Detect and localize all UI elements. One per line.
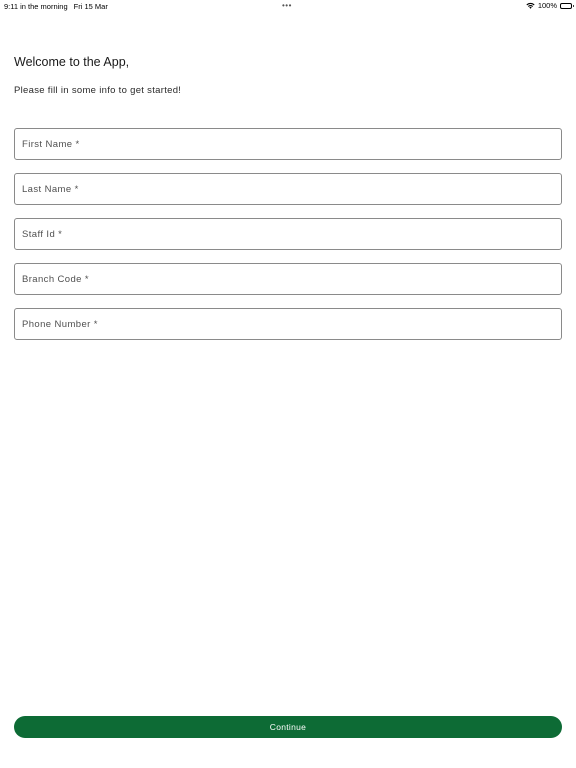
first-name-input[interactable]: [15, 129, 561, 159]
page-title: Welcome to the App,: [14, 55, 130, 69]
branch-code-input[interactable]: [15, 264, 561, 294]
phone-number-field: [14, 308, 562, 340]
staff-id-input[interactable]: [15, 219, 561, 249]
phone-number-input[interactable]: [15, 309, 561, 339]
wifi-icon: [526, 2, 535, 9]
last-name-field: [14, 173, 562, 205]
battery-icon: [560, 2, 574, 9]
status-left: 9:11 in the morning Fri 15 Mar: [4, 2, 108, 11]
status-right: 100%: [526, 1, 574, 10]
staff-id-field: [14, 218, 562, 250]
multitasking-dots[interactable]: •••: [282, 1, 292, 10]
last-name-input[interactable]: [15, 174, 561, 204]
first-name-field: [14, 128, 562, 160]
status-bar: 9:11 in the morning Fri 15 Mar ••• 100%: [0, 0, 576, 12]
battery-percent: 100%: [537, 1, 557, 10]
status-date: Fri 15 Mar: [73, 2, 108, 11]
continue-button[interactable]: Continue: [14, 716, 562, 738]
status-time: 9:11 in the morning: [4, 2, 68, 11]
page-subtitle: Please fill in some info to get started!: [14, 85, 182, 96]
branch-code-field: [14, 263, 562, 295]
